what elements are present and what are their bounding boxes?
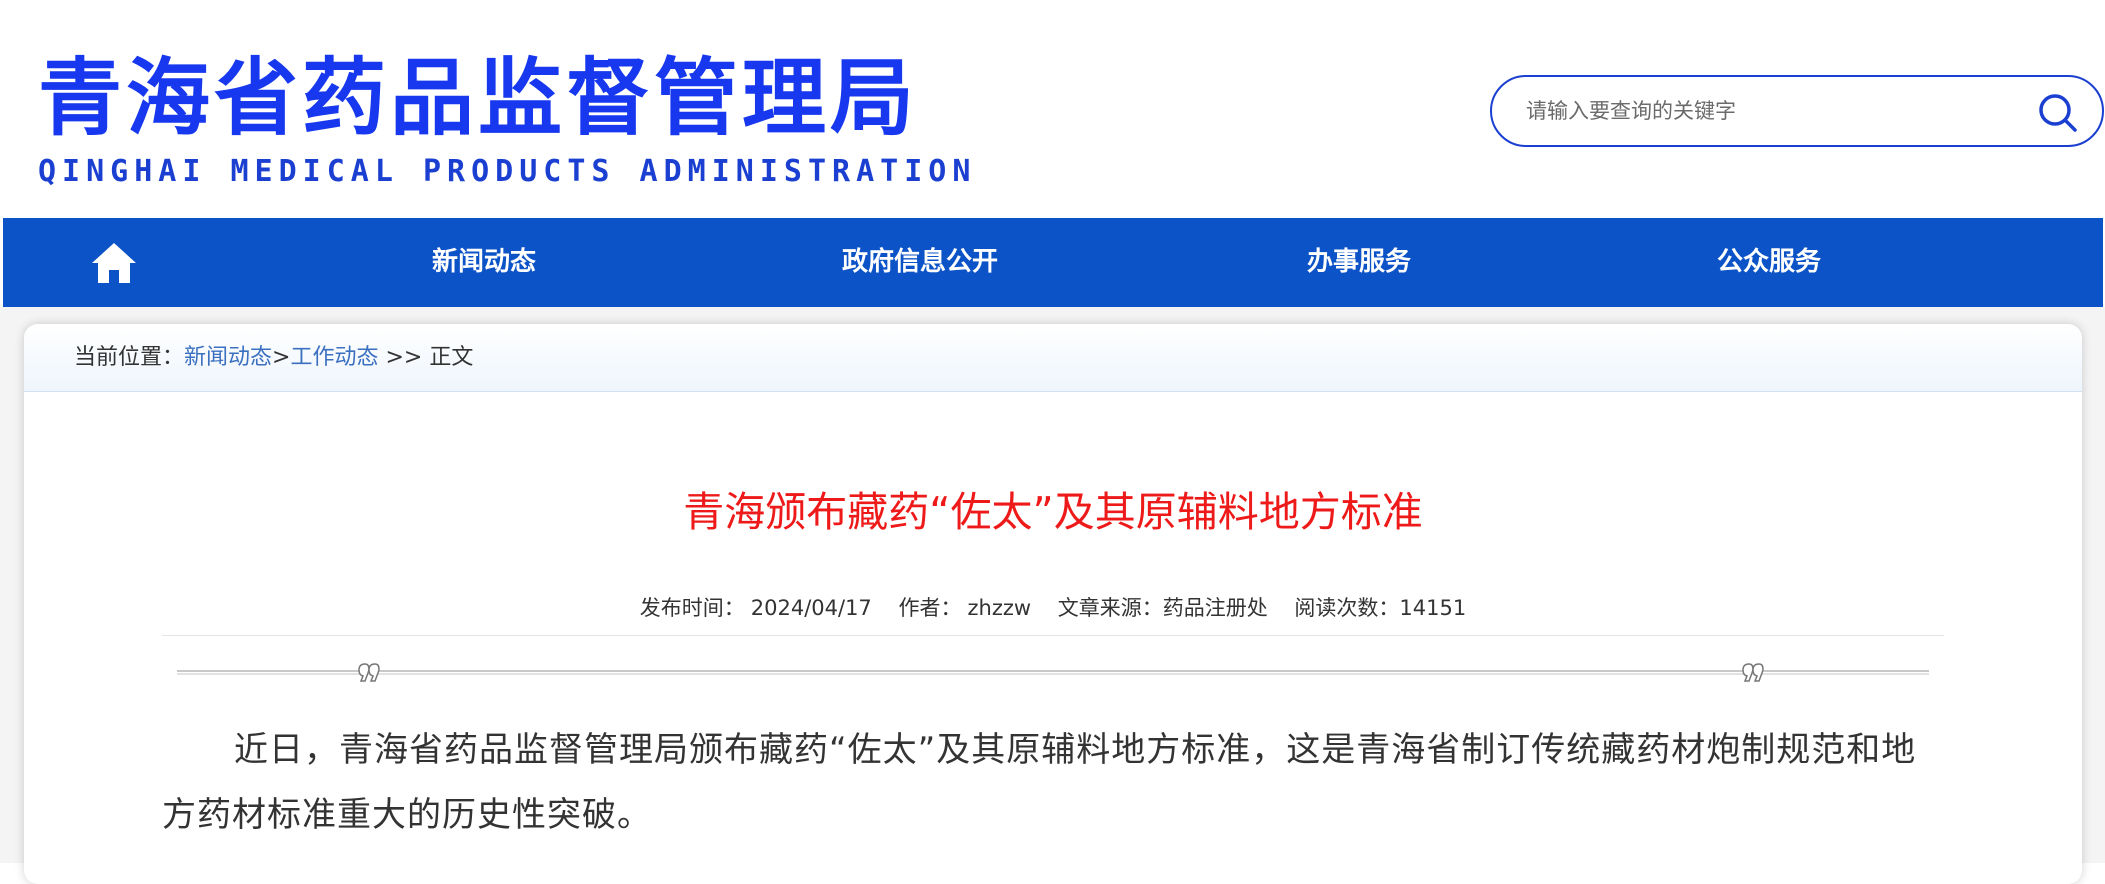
nav-item-news[interactable]: 新闻动态 [432, 218, 536, 307]
breadcrumb-prefix: 当前位置： [74, 345, 185, 370]
article-title: 青海颁布藏药“佐太”及其原辅料地方标准 [683, 488, 1423, 536]
nav-item-services[interactable]: 办事服务 [1307, 218, 1411, 307]
search-icon[interactable] [2036, 91, 2080, 135]
main-nav: 新闻动态 政府信息公开 办事服务 公众服务 [3, 218, 2103, 307]
site-header: 青海省药品监督管理局 QINGHAI MEDICAL PRODUCTS ADMI… [0, 0, 2105, 218]
meta-date: 发布时间： 2024/04/17 [640, 596, 872, 620]
home-icon[interactable] [89, 240, 139, 286]
breadcrumb-separator: > [272, 345, 291, 370]
quote-ornament-icon [1742, 663, 1764, 682]
nav-item-public-services[interactable]: 公众服务 [1717, 218, 1821, 307]
meta-source-value: 药品注册处 [1162, 596, 1268, 620]
meta-views-value: 14151 [1399, 596, 1467, 620]
meta-author: 作者： zhzzw [898, 596, 1031, 620]
breadcrumb-current: 正文 [429, 345, 474, 370]
meta-views: 阅读次数：14151 [1294, 596, 1466, 620]
search-box [1490, 75, 2104, 147]
article-body-paragraph: 近日，青海省药品监督管理局颁布藏药“佐太”及其原辅料地方标准，这是青海省制订传统… [162, 730, 1917, 835]
article-card: 当前位置：新闻动态>工作动态 >> 正文 青海颁布藏药“佐太”及其原辅料地方标准… [24, 324, 2082, 884]
logo-chinese-name: 青海省药品监督管理局 [38, 49, 919, 147]
breadcrumb-link-news[interactable]: 新闻动态 [184, 345, 272, 370]
breadcrumb-bar: 当前位置：新闻动态>工作动态 >> 正文 [24, 324, 2082, 392]
meta-source: 文章来源：药品注册处 [1058, 596, 1268, 620]
search-input[interactable] [1524, 77, 2004, 145]
decorative-divider [177, 662, 1929, 682]
breadcrumb-link-work-news[interactable]: 工作动态 [290, 345, 378, 370]
meta-views-label: 阅读次数： [1294, 596, 1400, 620]
breadcrumb-separator: >> [378, 345, 430, 370]
breadcrumb: 当前位置：新闻动态>工作动态 >> 正文 [74, 324, 473, 392]
meta-divider [162, 635, 1944, 636]
meta-date-label: 发布时间： [639, 596, 745, 620]
logo-english-name: QINGHAI MEDICAL PRODUCTS ADMINISTRATION [38, 154, 977, 189]
quote-ornament-icon [358, 663, 380, 682]
meta-date-value: 2024/04/17 [750, 596, 872, 620]
article-meta: 发布时间： 2024/04/17 作者： zhzzw 文章来源：药品注册处 阅读次数… [24, 592, 2082, 622]
meta-author-label: 作者： [898, 596, 962, 620]
nav-item-gov-info[interactable]: 政府信息公开 [842, 218, 998, 307]
site-logo[interactable]: 青海省药品监督管理局 QINGHAI MEDICAL PRODUCTS ADMI… [38, 48, 1038, 190]
meta-author-value: zhzzw [967, 596, 1032, 620]
meta-source-label: 文章来源： [1057, 596, 1163, 620]
